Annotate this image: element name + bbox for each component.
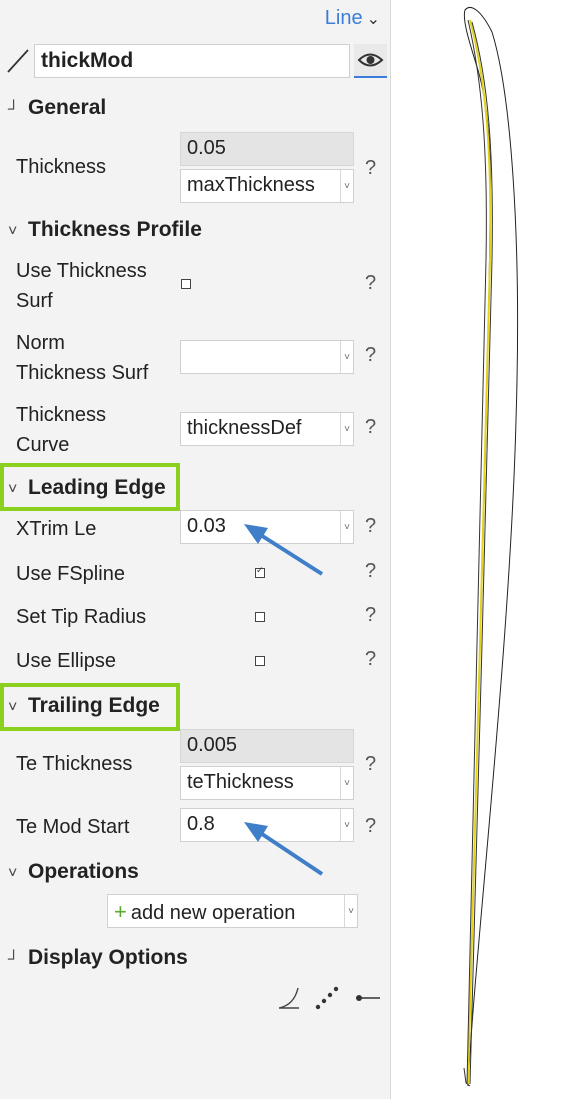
norm-thickness-surf-select[interactable]: ˅ <box>180 340 354 374</box>
name-input[interactable]: thickMod <box>34 44 350 78</box>
te-thickness-param-select[interactable]: teThickness ˅ <box>180 766 354 800</box>
chevron-down-icon: ⌄ <box>366 11 380 28</box>
chevron-down-icon: ˅ <box>344 895 357 927</box>
chevron-down-icon: ˅ <box>340 809 353 841</box>
plus-icon: + <box>114 899 127 924</box>
help-icon[interactable]: ? <box>365 753 376 776</box>
use-ellipse-checkbox[interactable] <box>255 656 265 666</box>
line-point-display-icon[interactable] <box>354 985 380 1011</box>
chevron-down-icon: ˅ <box>340 511 353 543</box>
points-display-icon[interactable] <box>314 985 340 1011</box>
section-operations[interactable]: ˅ Operations <box>8 860 139 884</box>
preview-canvas[interactable] <box>392 0 570 1099</box>
add-operation-dropdown[interactable]: + add new operation ˅ <box>107 894 358 928</box>
help-icon[interactable]: ? <box>365 648 376 671</box>
help-icon[interactable]: ? <box>365 157 376 180</box>
type-dropdown[interactable]: Line ⌄ <box>325 7 380 30</box>
use-thickness-surf-checkbox[interactable] <box>181 279 191 289</box>
help-icon[interactable]: ? <box>365 815 376 838</box>
annotation-arrow-icon <box>244 822 324 876</box>
curve-display-icon[interactable] <box>276 985 302 1011</box>
annotation-arrow-icon <box>244 524 324 576</box>
thickness-profile-preview <box>463 7 519 1087</box>
use-ellipse-label: Use Ellipse <box>16 650 117 672</box>
section-general[interactable]: ┘ General <box>8 96 106 120</box>
set-tip-radius-label: Set Tip Radius <box>16 606 147 628</box>
collapse-toggle-icon: ┘ <box>8 951 20 968</box>
eye-icon <box>357 53 384 67</box>
collapse-toggle-icon: ˅ <box>8 481 18 498</box>
chevron-down-icon: ˅ <box>340 341 353 373</box>
properties-panel: Line ⌄ thickMod ┘ General Thickness 0.05 m… <box>0 0 391 1099</box>
type-label: Line <box>324 7 363 29</box>
thickness-curve-label: Thickness Curve <box>16 404 107 456</box>
thickness-curve-select[interactable]: thicknessDef ˅ <box>180 412 354 446</box>
help-icon[interactable]: ? <box>365 272 376 295</box>
help-icon[interactable]: ? <box>365 515 376 538</box>
section-trailing-edge[interactable]: ˅ Trailing Edge <box>8 694 160 718</box>
norm-thickness-surf-label: Norm Thickness Surf <box>16 332 149 384</box>
section-thickness-profile[interactable]: ˅ Thickness Profile <box>8 218 202 242</box>
te-mod-start-label: Te Mod Start <box>16 816 130 838</box>
thickness-label: Thickness <box>16 156 107 178</box>
te-thickness-label: Te Thickness <box>16 753 133 775</box>
use-fspline-label: Use FSpline <box>16 563 125 585</box>
help-icon[interactable]: ? <box>365 416 376 439</box>
inner-profile-curve <box>466 19 487 1085</box>
xtrim-le-label: XTrim Le <box>16 518 97 540</box>
chevron-down-icon: ˅ <box>340 767 353 799</box>
help-icon[interactable]: ? <box>365 560 376 583</box>
help-icon[interactable]: ? <box>365 604 376 627</box>
help-icon[interactable]: ? <box>365 344 376 367</box>
use-thickness-surf-label: Use Thickness Surf <box>16 260 147 312</box>
collapse-toggle-icon: ┘ <box>8 101 20 118</box>
collapse-toggle-icon: ˅ <box>8 699 18 716</box>
section-display-options[interactable]: ┘ Display Options <box>8 946 188 970</box>
name-row: thickMod <box>4 42 387 82</box>
section-leading-edge[interactable]: ˅ Leading Edge <box>8 476 166 500</box>
line-icon <box>7 49 29 73</box>
chevron-down-icon: ˅ <box>340 170 353 202</box>
te-thickness-value: 0.005 <box>180 729 354 763</box>
set-tip-radius-checkbox[interactable] <box>255 612 265 622</box>
thickness-param-select[interactable]: maxThickness ˅ <box>180 169 354 203</box>
chevron-down-icon: ˅ <box>340 413 353 445</box>
thickness-value: 0.05 <box>180 132 354 166</box>
collapse-toggle-icon: ˅ <box>8 223 18 240</box>
collapse-toggle-icon: ˅ <box>8 865 18 882</box>
visibility-toggle[interactable] <box>354 44 387 78</box>
